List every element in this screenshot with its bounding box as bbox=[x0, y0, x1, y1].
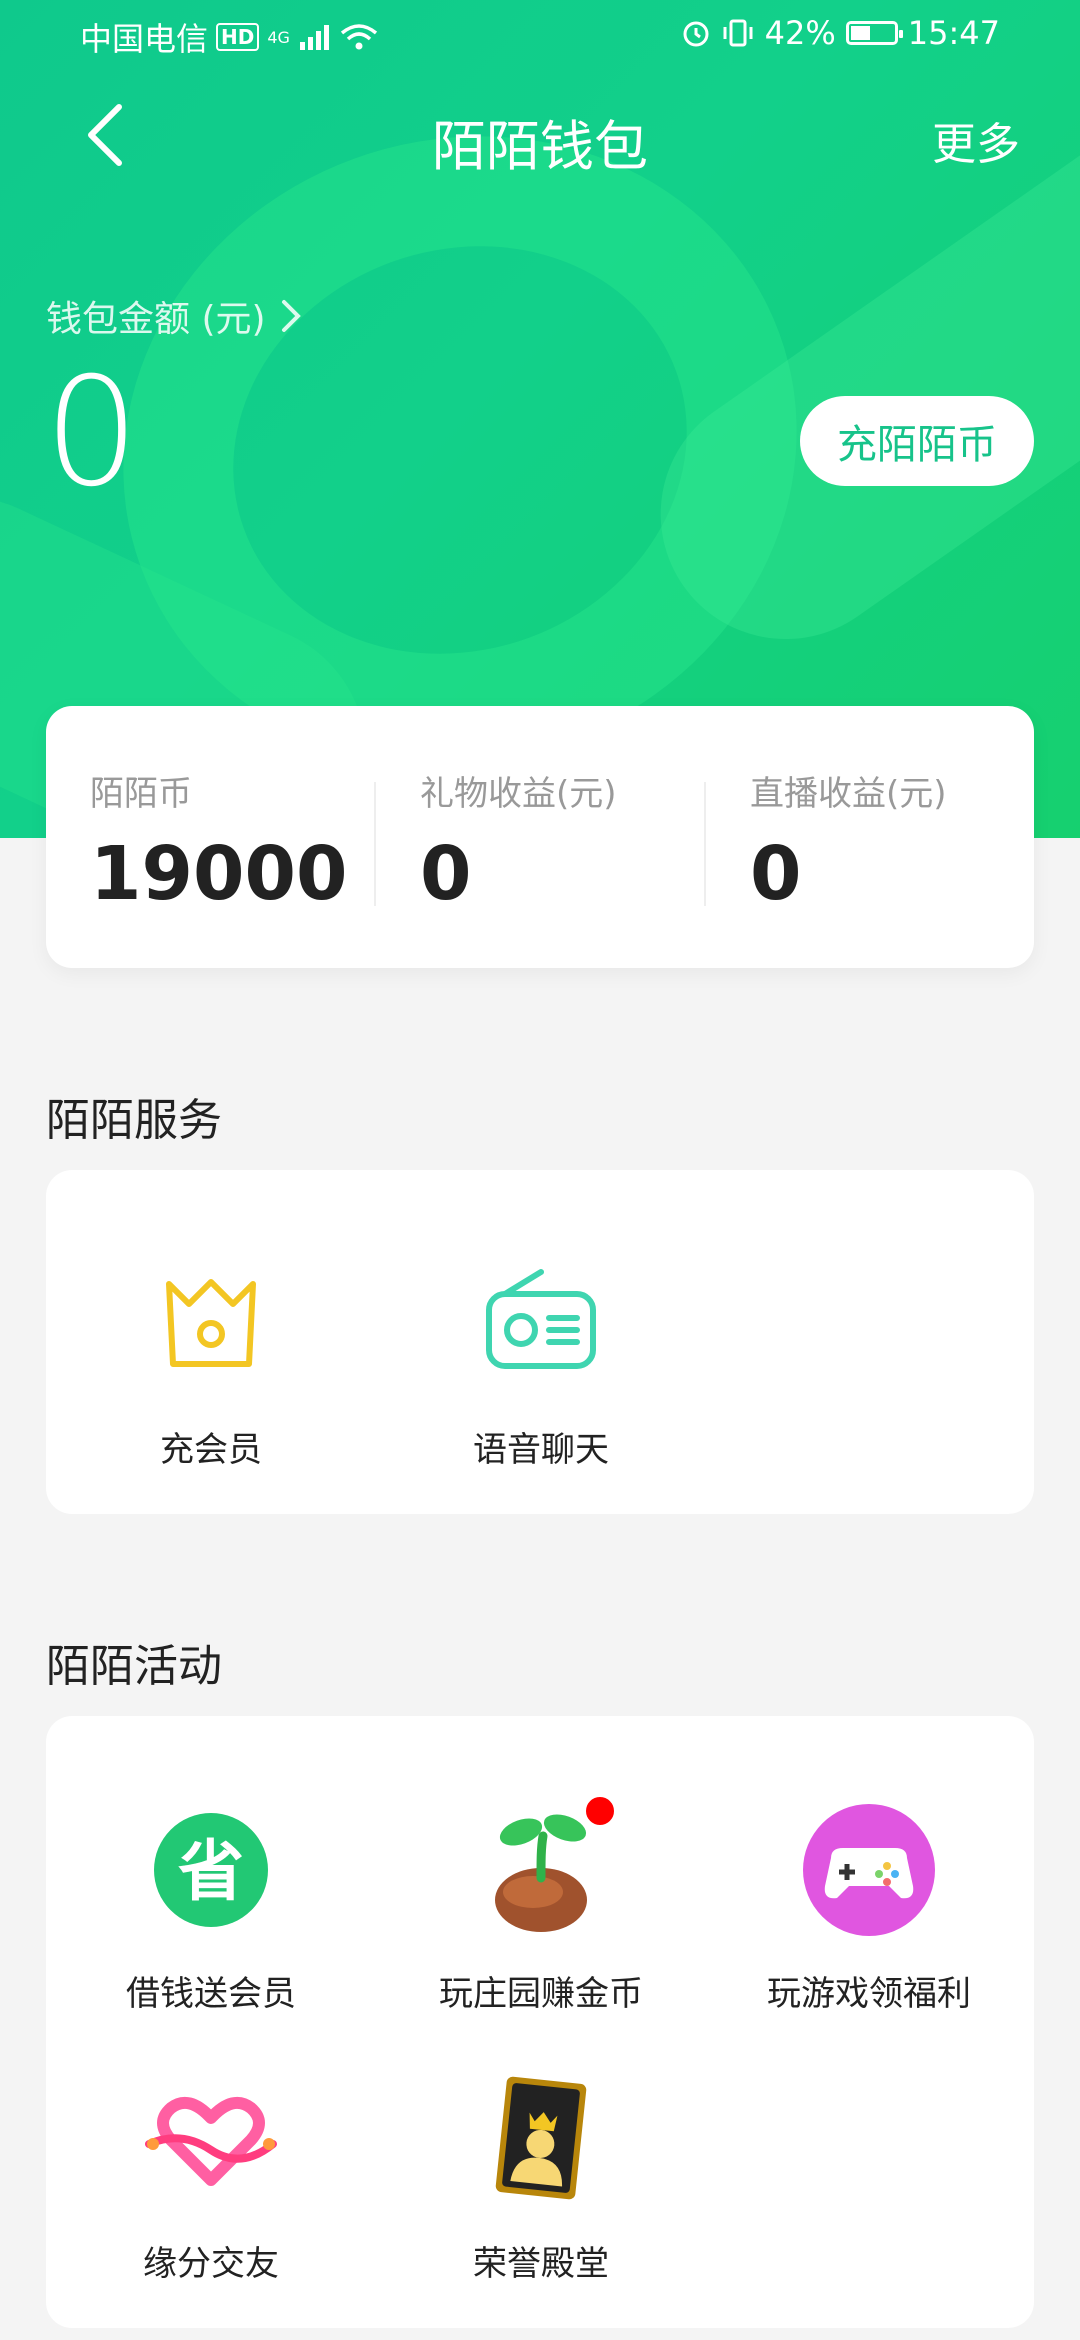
section-title-activities: 陌陌活动 bbox=[46, 1641, 222, 1692]
wallet-balance-link[interactable]: 钱包金额 (元) bbox=[46, 290, 302, 342]
activity-match-friends[interactable]: 缘分交友 bbox=[46, 2070, 376, 2285]
network-type: 4G bbox=[267, 27, 290, 47]
activity-hall-of-fame[interactable]: 荣誉殿堂 bbox=[376, 2070, 706, 2285]
wifi-icon bbox=[340, 24, 378, 50]
activity-loan-vip[interactable]: 省 借钱送会员 bbox=[46, 1800, 376, 2015]
notification-dot bbox=[583, 1794, 617, 1828]
heart-knot-icon bbox=[141, 2070, 281, 2210]
more-button[interactable]: 更多 bbox=[932, 108, 1020, 172]
wallet-balance-label: 钱包金额 (元) bbox=[46, 299, 266, 340]
battery-icon bbox=[845, 21, 903, 45]
save-coin-icon: 省 bbox=[141, 1800, 281, 1940]
stat-value: 19000 bbox=[90, 831, 348, 917]
alarm-icon bbox=[683, 21, 709, 47]
stat-live-income[interactable]: 直播收益(元) 0 bbox=[750, 766, 1050, 911]
chevron-right-icon bbox=[281, 300, 301, 332]
stat-gift-income[interactable]: 礼物收益(元) 0 bbox=[420, 766, 720, 911]
activity-label: 借钱送会员 bbox=[126, 1974, 296, 2014]
activity-label: 玩游戏领福利 bbox=[767, 1974, 971, 2014]
activity-label: 荣誉殿堂 bbox=[473, 2244, 609, 2284]
activity-games[interactable]: 玩游戏领福利 bbox=[704, 1800, 1034, 2015]
stat-label: 礼物收益(元) bbox=[420, 774, 617, 814]
service-vip[interactable]: 充会员 bbox=[46, 1256, 376, 1471]
king-card-icon bbox=[471, 2070, 611, 2210]
service-label: 充会员 bbox=[160, 1430, 262, 1470]
status-bar: 中国电信 HD 4G 42% 15:47 bbox=[0, 0, 1080, 72]
stat-momo-coin[interactable]: 陌陌币 19000 bbox=[90, 766, 390, 911]
carrier-name: 中国电信 bbox=[80, 20, 209, 58]
stat-value: 0 bbox=[750, 831, 802, 917]
stat-label: 陌陌币 bbox=[90, 774, 192, 814]
service-label: 语音聊天 bbox=[473, 1430, 609, 1470]
activities-card: 省 借钱送会员 玩庄园赚金币 玩游戏领福利 缘分交友 荣誉殿堂 bbox=[46, 1716, 1034, 2328]
nav-bar: 陌陌钱包 更多 bbox=[0, 90, 1080, 180]
sprout-icon bbox=[471, 1794, 617, 1940]
radio-icon bbox=[471, 1256, 611, 1396]
wallet-balance-value: 0 bbox=[44, 346, 140, 520]
save-coin-glyph: 省 bbox=[178, 1833, 244, 1910]
hd-icon: HD bbox=[216, 23, 260, 51]
signal-icon bbox=[299, 25, 329, 50]
stat-value: 0 bbox=[420, 831, 472, 917]
crown-icon bbox=[141, 1256, 281, 1396]
stats-card: 陌陌币 19000 礼物收益(元) 0 直播收益(元) 0 bbox=[46, 706, 1034, 968]
services-card: 充会员 语音聊天 bbox=[46, 1170, 1034, 1514]
section-title-services: 陌陌服务 bbox=[46, 1095, 222, 1146]
activity-farm[interactable]: 玩庄园赚金币 bbox=[376, 1794, 706, 2015]
stat-label: 直播收益(元) bbox=[750, 774, 947, 814]
gamepad-icon bbox=[799, 1800, 939, 1940]
divider bbox=[704, 782, 706, 906]
activity-label: 玩庄园赚金币 bbox=[439, 1974, 643, 2014]
divider bbox=[374, 782, 376, 906]
page-title: 陌陌钱包 bbox=[432, 115, 648, 178]
recharge-button[interactable]: 充陌陌币 bbox=[800, 396, 1034, 486]
battery-percent: 42% bbox=[764, 14, 836, 52]
clock: 15:47 bbox=[907, 14, 1000, 52]
activity-label: 缘分交友 bbox=[143, 2244, 279, 2284]
service-voice-chat[interactable]: 语音聊天 bbox=[376, 1256, 706, 1471]
vibrate-icon bbox=[723, 19, 753, 47]
